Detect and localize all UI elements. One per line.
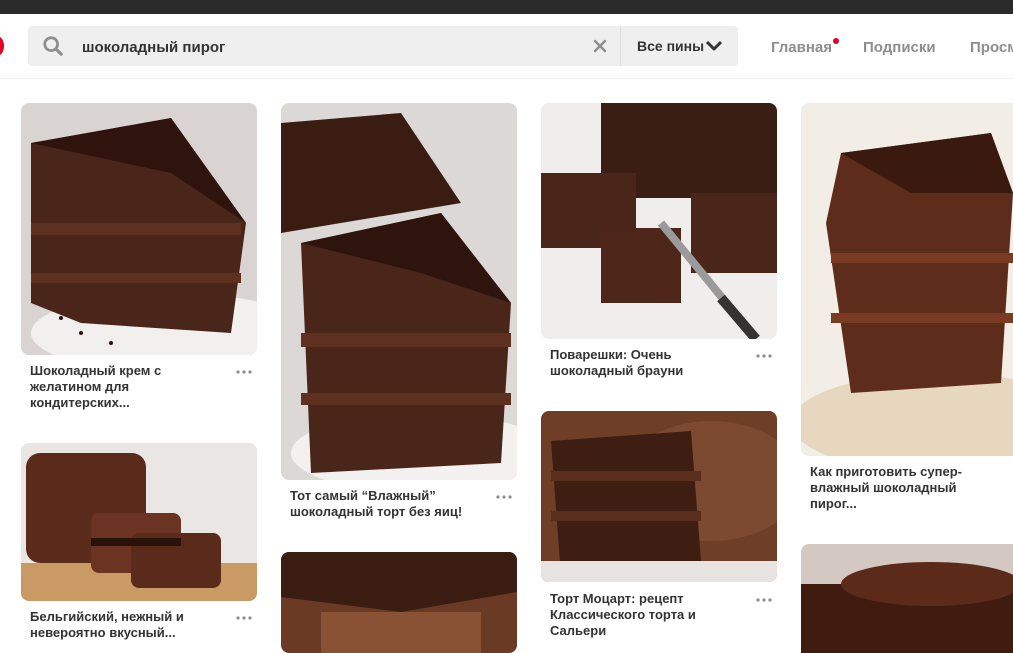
search-icon[interactable] bbox=[42, 35, 64, 57]
search-input[interactable] bbox=[80, 26, 584, 68]
pinterest-logo[interactable] bbox=[0, 36, 4, 56]
pin-image[interactable] bbox=[541, 103, 777, 339]
pin-image[interactable] bbox=[801, 103, 1013, 456]
more-horizontal-icon[interactable] bbox=[235, 367, 253, 377]
pin-title[interactable]: Бельгийский, нежный и невероятно вкусный… bbox=[30, 609, 220, 641]
pin-title[interactable]: Как приготовить супер-влажный шоколадный… bbox=[810, 464, 1000, 512]
nav-home-link[interactable]: Главная bbox=[771, 39, 832, 56]
pin-image[interactable] bbox=[21, 443, 257, 601]
pin-image[interactable] bbox=[801, 544, 1013, 653]
search-scope-label: Все пины bbox=[637, 38, 705, 54]
window-top-strip bbox=[0, 0, 1013, 14]
search-scope-dropdown[interactable]: Все пины bbox=[621, 26, 738, 66]
header: Все пины Главная Подписки Просм bbox=[0, 14, 1013, 79]
pin-image[interactable] bbox=[21, 103, 257, 355]
pin-title[interactable]: Тот самый “Влажный” шоколадный торт без … bbox=[290, 488, 480, 520]
more-horizontal-icon[interactable] bbox=[235, 613, 253, 623]
more-horizontal-icon[interactable] bbox=[755, 351, 773, 361]
close-icon[interactable] bbox=[590, 36, 610, 56]
notification-dot bbox=[833, 38, 839, 44]
more-horizontal-icon[interactable] bbox=[755, 595, 773, 605]
chevron-down-icon bbox=[705, 40, 723, 51]
pin-title[interactable]: Торт Моцарт: рецепт Классического торта … bbox=[550, 591, 740, 639]
nav-subscriptions-link[interactable]: Подписки bbox=[863, 39, 936, 56]
pin-image[interactable] bbox=[281, 552, 517, 653]
pin-image[interactable] bbox=[541, 411, 777, 582]
more-horizontal-icon[interactable] bbox=[495, 492, 513, 502]
pin-title[interactable]: Поварешки: Очень шоколадный брауни bbox=[550, 347, 740, 379]
search-bar: Все пины bbox=[28, 26, 738, 68]
nav-views-link[interactable]: Просм bbox=[970, 39, 1013, 56]
pin-title[interactable]: Шоколадный крем с желатином для кондитер… bbox=[30, 363, 220, 411]
pin-image[interactable] bbox=[281, 103, 517, 480]
